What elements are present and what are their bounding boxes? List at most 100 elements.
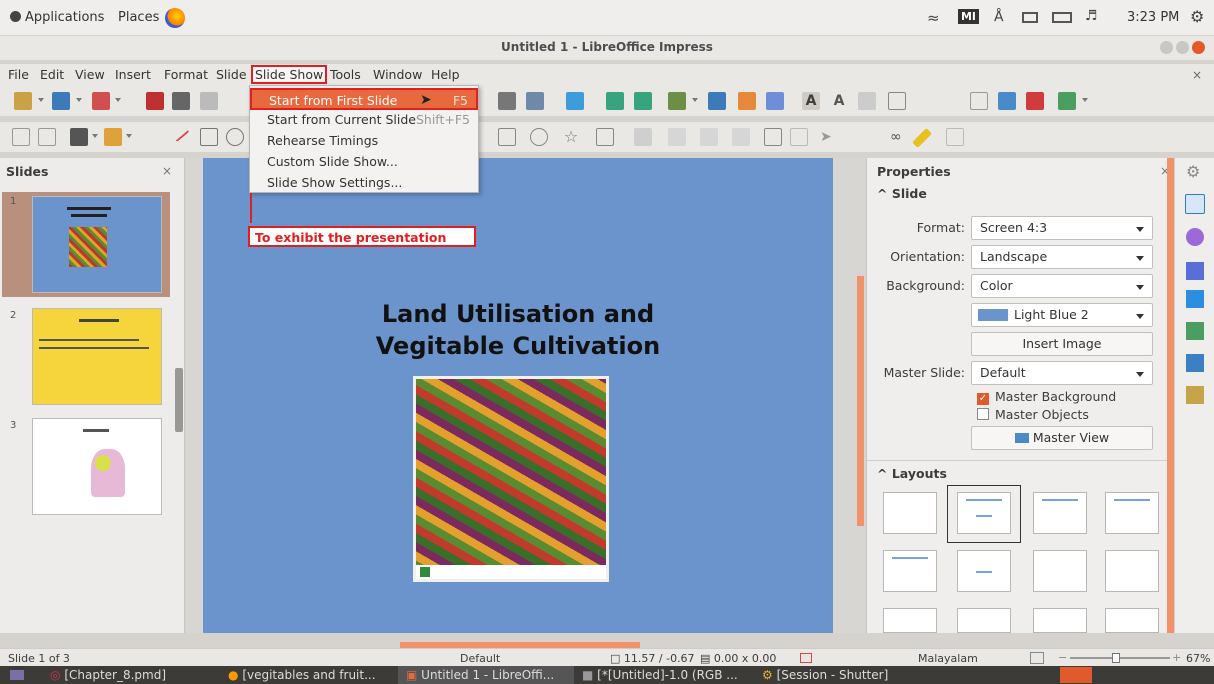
master-view-button[interactable]: Master View	[971, 426, 1153, 450]
layout-row-3-a[interactable]	[883, 608, 937, 633]
textbox-icon[interactable]: A	[802, 92, 820, 110]
signature-icon[interactable]	[800, 653, 812, 663]
slide-3-thumbnail[interactable]	[32, 418, 162, 515]
layout-title-content[interactable]	[957, 492, 1011, 534]
layout-title-content-and-2-content[interactable]	[1105, 550, 1159, 592]
navigator-icon[interactable]	[1186, 386, 1204, 404]
master-objects-checkbox[interactable]: Master Objects	[977, 407, 1089, 422]
start-current-icon[interactable]	[634, 92, 652, 110]
slide-2-thumbnail[interactable]	[32, 308, 162, 405]
taskbar-item-impress[interactable]: ▣ Untitled 1 - LibreOffi...	[398, 666, 574, 684]
align-icon[interactable]	[668, 128, 686, 146]
menu-slide[interactable]: Slide	[216, 67, 247, 82]
image-icon[interactable]	[526, 92, 544, 110]
slides-panel-splitter[interactable]	[175, 368, 183, 432]
fontwork-icon[interactable]: A	[830, 92, 848, 110]
crop-icon[interactable]	[790, 128, 808, 146]
sidebar-settings-icon[interactable]: ⚙	[1186, 162, 1200, 181]
format-select[interactable]: Screen 4:3	[971, 216, 1153, 240]
line-color-icon[interactable]	[70, 128, 88, 146]
stars-icon[interactable]: ☆	[562, 128, 580, 146]
background-color-select[interactable]: Light Blue 2	[971, 303, 1153, 327]
zoom-out-icon[interactable]: −	[1058, 651, 1067, 664]
menu-format[interactable]: Format	[164, 67, 208, 82]
taskbar-item-gimp[interactable]: ■ [*[Untitled]-1.0 (RGB ...	[582, 668, 738, 682]
clock[interactable]: 3:23 PM	[1127, 10, 1179, 25]
styles-icon[interactable]	[1186, 322, 1204, 340]
distribute-icon[interactable]	[732, 128, 750, 146]
mail-icon[interactable]	[1022, 12, 1038, 23]
layout-title-2-content-and-content[interactable]	[1033, 550, 1087, 592]
glue-icon[interactable]: ∞	[890, 128, 908, 146]
master-slide-select[interactable]: Default	[971, 361, 1153, 385]
places-menu[interactable]: Places	[118, 10, 159, 25]
menu-start-from-current-slide[interactable]: Start from Current Slide Shift+F5	[250, 109, 478, 131]
master-slide-icon[interactable]	[998, 92, 1016, 110]
master-background-checkbox[interactable]: ✓ Master Background	[977, 389, 1116, 405]
chart-icon[interactable]	[566, 92, 584, 110]
slide-section-header[interactable]: ^ Slide	[877, 186, 927, 201]
ml-badge[interactable]: Ml	[958, 9, 979, 24]
slide-layout-icon[interactable]	[1058, 92, 1076, 110]
minimize-button[interactable]	[1160, 41, 1173, 54]
menu-slide-show[interactable]: Slide Show	[251, 65, 328, 84]
delete-slide-icon[interactable]	[1026, 92, 1044, 110]
volume-icon[interactable]: ♬	[1085, 8, 1098, 24]
taskbar-item-chapter[interactable]: ◎ [Chapter_8.pmd]	[50, 668, 166, 682]
menu-view[interactable]: View	[75, 67, 105, 82]
display-views-icon[interactable]	[970, 92, 988, 110]
layouts-section-header[interactable]: ^ Layouts	[877, 466, 947, 481]
cut-icon[interactable]	[200, 92, 218, 110]
menu-insert[interactable]: Insert	[115, 67, 151, 82]
settings-gear-icon[interactable]: ⚙	[1190, 7, 1204, 26]
pencil-icon[interactable]	[912, 128, 932, 148]
layout-title-content-2[interactable]	[1033, 492, 1087, 534]
layout-title-two-content[interactable]	[1105, 492, 1159, 534]
view-layout-icon[interactable]	[1030, 652, 1044, 664]
menu-file[interactable]: File	[8, 67, 29, 82]
flowchart-icon[interactable]	[634, 128, 652, 146]
maximize-button[interactable]	[1176, 41, 1189, 54]
layout-blank[interactable]	[883, 492, 937, 534]
wifi-icon[interactable]: ≈	[927, 9, 940, 27]
fill-color-icon[interactable]	[104, 128, 122, 146]
zoom-level[interactable]: 67%	[1186, 652, 1210, 665]
workspace-switcher[interactable]	[1060, 667, 1092, 683]
menu-tools[interactable]: Tools	[330, 67, 361, 82]
show-desktop-icon[interactable]	[10, 670, 24, 680]
rectangle-icon[interactable]	[200, 128, 218, 146]
insert-chart-icon[interactable]	[766, 92, 784, 110]
line-icon[interactable]	[170, 124, 190, 142]
gallery-icon[interactable]	[1186, 354, 1204, 372]
menu-edit[interactable]: Edit	[40, 67, 64, 82]
animation-icon[interactable]	[1186, 262, 1204, 280]
open-icon[interactable]	[52, 92, 70, 110]
taskbar-item-shutter[interactable]: ⚙ [Session - Shutter]	[762, 668, 888, 682]
menu-custom-slide-show[interactable]: Custom Slide Show...	[250, 151, 478, 173]
layout-row-3-b[interactable]	[957, 608, 1011, 633]
layout-centered-text[interactable]	[957, 550, 1011, 592]
menu-start-from-first-slide[interactable]: Start from First Slide F5	[250, 88, 478, 110]
export-pdf-icon[interactable]	[146, 92, 164, 110]
insert-table-icon[interactable]	[668, 92, 686, 110]
slides-panel-close-icon[interactable]: ×	[162, 164, 172, 178]
insert-image-icon[interactable]	[708, 92, 726, 110]
close-document-icon[interactable]: ×	[1192, 68, 1202, 82]
symbol-shapes-icon[interactable]	[530, 128, 548, 146]
hyperlink-icon[interactable]	[858, 92, 876, 110]
menu-slide-show-settings[interactable]: Slide Show Settings...	[250, 172, 478, 194]
filter-icon[interactable]: ➤	[820, 128, 838, 146]
layout-row-3-d[interactable]	[1105, 608, 1159, 633]
audio-icon[interactable]	[738, 92, 756, 110]
menu-window[interactable]: Window	[373, 67, 422, 82]
zoom-slider-thumb[interactable]	[1112, 653, 1120, 663]
taskbar-item-firefox[interactable]: ● [vegitables and fruit...	[228, 668, 376, 682]
table-icon[interactable]	[498, 92, 516, 110]
print-icon[interactable]	[172, 92, 190, 110]
window-title-bar[interactable]: Untitled 1 - LibreOffice Impress	[0, 36, 1214, 60]
toggle-extrusion-icon[interactable]	[946, 128, 964, 146]
properties-tab-icon[interactable]	[1185, 194, 1205, 214]
callouts-icon[interactable]	[596, 128, 614, 146]
layout-row-3-c[interactable]	[1033, 608, 1087, 633]
slide-transition-icon[interactable]	[1186, 228, 1204, 246]
